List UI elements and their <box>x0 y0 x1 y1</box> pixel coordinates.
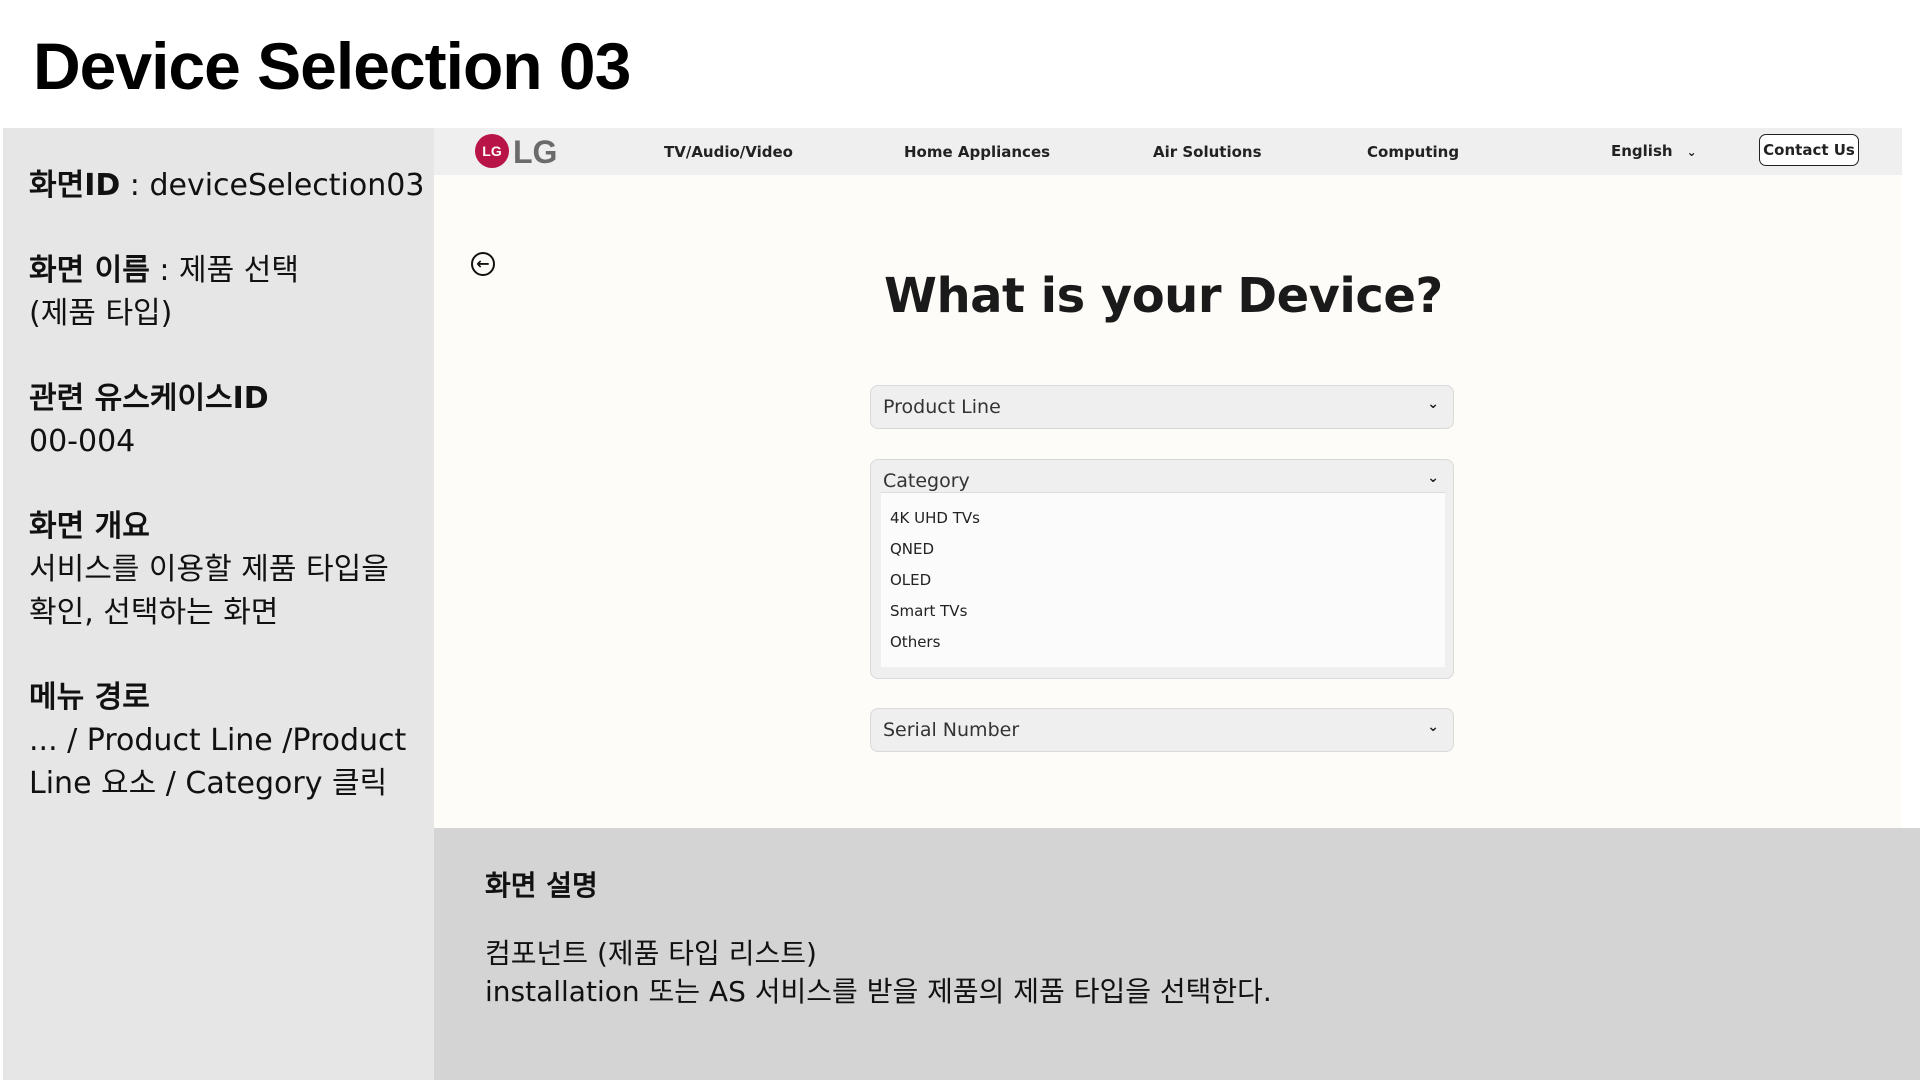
page-title: Device Selection 03 <box>33 29 631 103</box>
screen-id-value: : deviceSelection03 <box>120 168 425 203</box>
nav-home-appliances[interactable]: Home Appliances <box>904 143 1050 161</box>
category-option-qned[interactable]: QNED <box>890 540 934 558</box>
category-option-others[interactable]: Others <box>890 633 940 651</box>
usecase-block: 관련 유스케이스ID 00-004 <box>29 377 434 463</box>
screen-name-label: 화면 이름 <box>29 253 150 288</box>
overview-value: 서비스를 이용할 제품 타입을 확인, 선택하는 화면 <box>29 552 389 630</box>
screen-id-block: 화면ID : deviceSelection03 <box>29 164 434 207</box>
product-line-label: Product Line <box>883 396 1001 418</box>
nav-air-solutions[interactable]: Air Solutions <box>1153 143 1262 161</box>
device-question-heading: What is your Device? <box>884 268 1443 324</box>
category-option-4k-uhd-tvs[interactable]: 4K UHD TVs <box>890 509 980 527</box>
chevron-down-icon: ⌄ <box>1427 719 1439 735</box>
chevron-down-icon: ⌄ <box>1427 470 1439 486</box>
nav-computing[interactable]: Computing <box>1367 143 1459 161</box>
overview-block: 화면 개요 서비스를 이용할 제품 타입을 확인, 선택하는 화면 <box>29 505 434 634</box>
overview-label: 화면 개요 <box>29 509 150 544</box>
category-dropdown-list: 4K UHD TVs QNED OLED Smart TVs Others <box>881 492 1445 667</box>
lg-logo-mark-icon: LG <box>475 134 509 168</box>
contact-us-button[interactable]: Contact Us <box>1759 134 1859 166</box>
lg-logo-text: LG <box>513 134 558 170</box>
language-label: English <box>1611 142 1673 160</box>
usecase-label: 관련 유스케이스ID <box>29 381 269 416</box>
category-label: Category <box>883 470 970 492</box>
chevron-down-icon: ⌄ <box>1686 145 1697 159</box>
menu-path-label: 메뉴 경로 <box>29 680 150 715</box>
category-option-oled[interactable]: OLED <box>890 571 931 589</box>
usecase-value: 00-004 <box>29 424 136 459</box>
description-title: 화면 설명 <box>485 869 598 902</box>
product-line-select[interactable]: Product Line ⌄ <box>870 385 1454 429</box>
screen-name-block: 화면 이름 : 제품 선택 (제품 타입) <box>29 249 434 335</box>
screen-description-panel: 화면 설명 컴포넌트 (제품 타입 리스트) installation 또는 A… <box>434 828 1920 1080</box>
back-arrow-circle-icon[interactable]: ← <box>471 252 495 276</box>
lg-logo[interactable]: LG LG <box>475 134 558 170</box>
screen-id-label: 화면ID <box>29 168 121 203</box>
category-select[interactable]: Category ⌄ 4K UHD TVs QNED OLED Smart TV… <box>870 459 1454 679</box>
menu-path-value: ... / Product Line /Product Line 요소 / Ca… <box>29 723 407 801</box>
category-option-smart-tvs[interactable]: Smart TVs <box>890 602 967 620</box>
serial-number-select[interactable]: Serial Number ⌄ <box>870 708 1454 752</box>
language-selector[interactable]: English ⌄ <box>1611 142 1697 160</box>
chevron-down-icon: ⌄ <box>1427 396 1439 412</box>
serial-number-label: Serial Number <box>883 719 1020 741</box>
nav-tv-audio-video[interactable]: TV/Audio/Video <box>664 143 793 161</box>
description-line-1: 컴포넌트 (제품 타입 리스트) <box>485 937 817 970</box>
description-body: 컴포넌트 (제품 타입 리스트) installation 또는 AS 서비스를… <box>485 935 1272 1011</box>
description-line-2: installation 또는 AS 서비스를 받을 제품의 제품 타입을 선택… <box>485 975 1272 1008</box>
site-header-nav: LG LG TV/Audio/Video Home Appliances Air… <box>434 128 1902 175</box>
lg-device-selection-screen: LG LG TV/Audio/Video Home Appliances Air… <box>434 128 1902 828</box>
screen-info-panel: 화면ID : deviceSelection03 화면 이름 : 제품 선택 (… <box>3 128 434 1080</box>
menu-path-block: 메뉴 경로 ... / Product Line /Product Line 요… <box>29 676 434 805</box>
